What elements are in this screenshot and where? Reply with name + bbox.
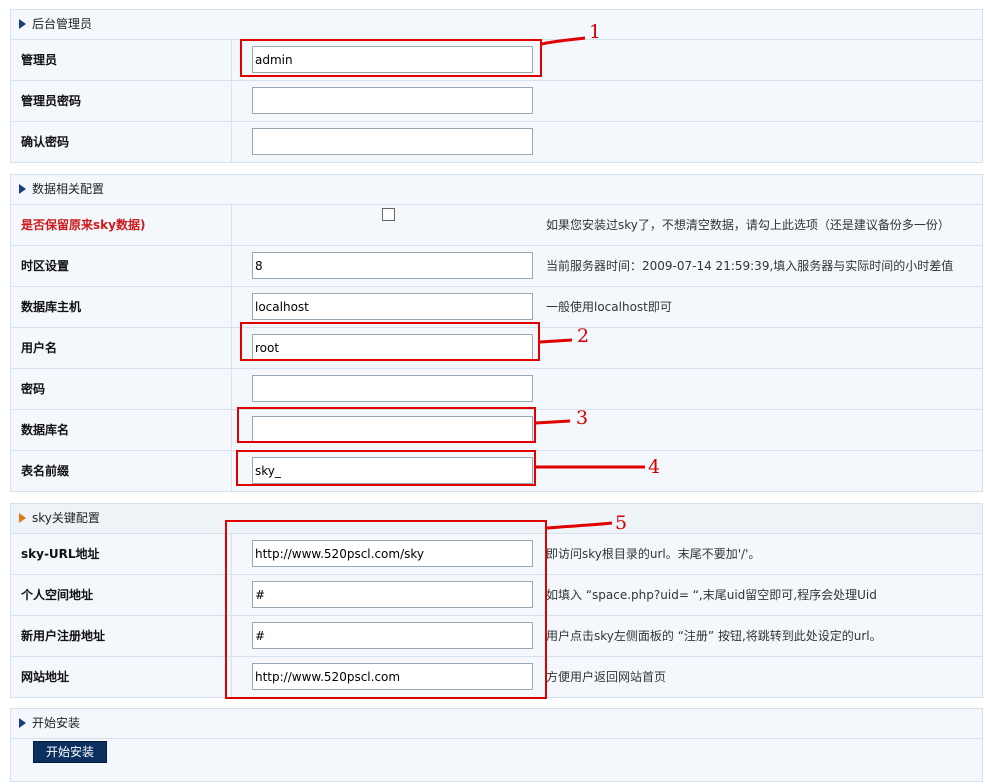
db-host-tip: 一般使用localhost即可 — [546, 300, 672, 314]
db-section-title: 数据相关配置 — [32, 182, 105, 196]
site-url-tip: 方便用户返回网站首页 — [546, 670, 667, 684]
admin-password-label: 管理员密码 — [11, 81, 232, 121]
admin-password-row: 管理员密码 — [11, 81, 982, 122]
triangle-icon — [19, 718, 26, 728]
db-host-input[interactable] — [252, 293, 533, 320]
keep-data-row: 是否保留原来sky数据) 如果您安装过sky了，不想清空数据，请勾上此选项（还是… — [11, 205, 982, 246]
annotation-number-4: 4 — [648, 456, 661, 478]
db-password-input[interactable] — [252, 375, 533, 402]
annotation-box-5 — [225, 520, 547, 699]
install-section-header: 开始安装 — [11, 709, 982, 739]
annotation-number-1: 1 — [589, 21, 602, 43]
install-section: 开始安装 开始安装 — [10, 708, 983, 782]
annotation-box-4 — [236, 450, 536, 486]
db-name-label: 数据库名 — [11, 410, 232, 450]
db-password-row: 密码 — [11, 369, 982, 410]
timezone-tip: 当前服务器时间：2009-07-14 21:59:39,填入服务器与实际时间的小… — [546, 259, 954, 273]
register-url-label: 新用户注册地址 — [11, 616, 232, 656]
sky-url-label: sky-URL地址 — [11, 534, 232, 574]
keep-data-tip: 如果您安装过sky了，不想清空数据，请勾上此选项（还是建议备份多一份） — [546, 218, 950, 232]
admin-username-label: 管理员 — [11, 40, 232, 80]
keep-data-checkbox[interactable] — [382, 208, 395, 221]
install-section-title: 开始安装 — [32, 716, 81, 730]
admin-confirm-row: 确认密码 — [11, 122, 982, 162]
space-url-label: 个人空间地址 — [11, 575, 232, 615]
admin-confirm-input[interactable] — [252, 128, 533, 155]
db-host-label: 数据库主机 — [11, 287, 232, 327]
admin-section: 后台管理员 管理员 管理员密码 确认密码 — [10, 9, 983, 163]
annotation-number-2: 2 — [577, 325, 590, 347]
annotation-number-5: 5 — [615, 512, 628, 534]
admin-section-header: 后台管理员 — [11, 10, 982, 40]
site-url-label: 网站地址 — [11, 657, 232, 697]
annotation-number-3: 3 — [576, 407, 589, 429]
timezone-row: 时区设置 当前服务器时间：2009-07-14 21:59:39,填入服务器与实… — [11, 246, 982, 287]
db-password-label: 密码 — [11, 369, 232, 409]
annotation-box-2 — [240, 322, 540, 361]
keep-data-label: 是否保留原来sky数据) — [11, 205, 232, 245]
register-url-tip: 用户点击sky左侧面板的 “注册” 按钮,将跳转到此处设定的url。 — [546, 629, 882, 643]
sky-section-title: sky关键配置 — [32, 511, 100, 525]
start-install-button[interactable]: 开始安装 — [33, 741, 107, 763]
triangle-icon — [19, 19, 26, 29]
db-user-label: 用户名 — [11, 328, 232, 368]
admin-confirm-label: 确认密码 — [11, 122, 232, 162]
space-url-tip: 如填入 “space.php?uid= “,末尾uid留空即可,程序会处理Uid — [546, 588, 877, 602]
sky-url-tip: 即访问sky根目录的url。末尾不要加'/'。 — [546, 547, 761, 561]
timezone-label: 时区设置 — [11, 246, 232, 286]
annotation-box-3 — [237, 407, 536, 443]
triangle-icon — [19, 513, 26, 523]
triangle-icon — [19, 184, 26, 194]
annotation-box-1 — [240, 39, 542, 77]
db-section-header: 数据相关配置 — [11, 175, 982, 205]
timezone-input[interactable] — [252, 252, 533, 279]
admin-section-title: 后台管理员 — [32, 17, 93, 31]
admin-password-input[interactable] — [252, 87, 533, 114]
table-prefix-label: 表名前缀 — [11, 451, 232, 491]
